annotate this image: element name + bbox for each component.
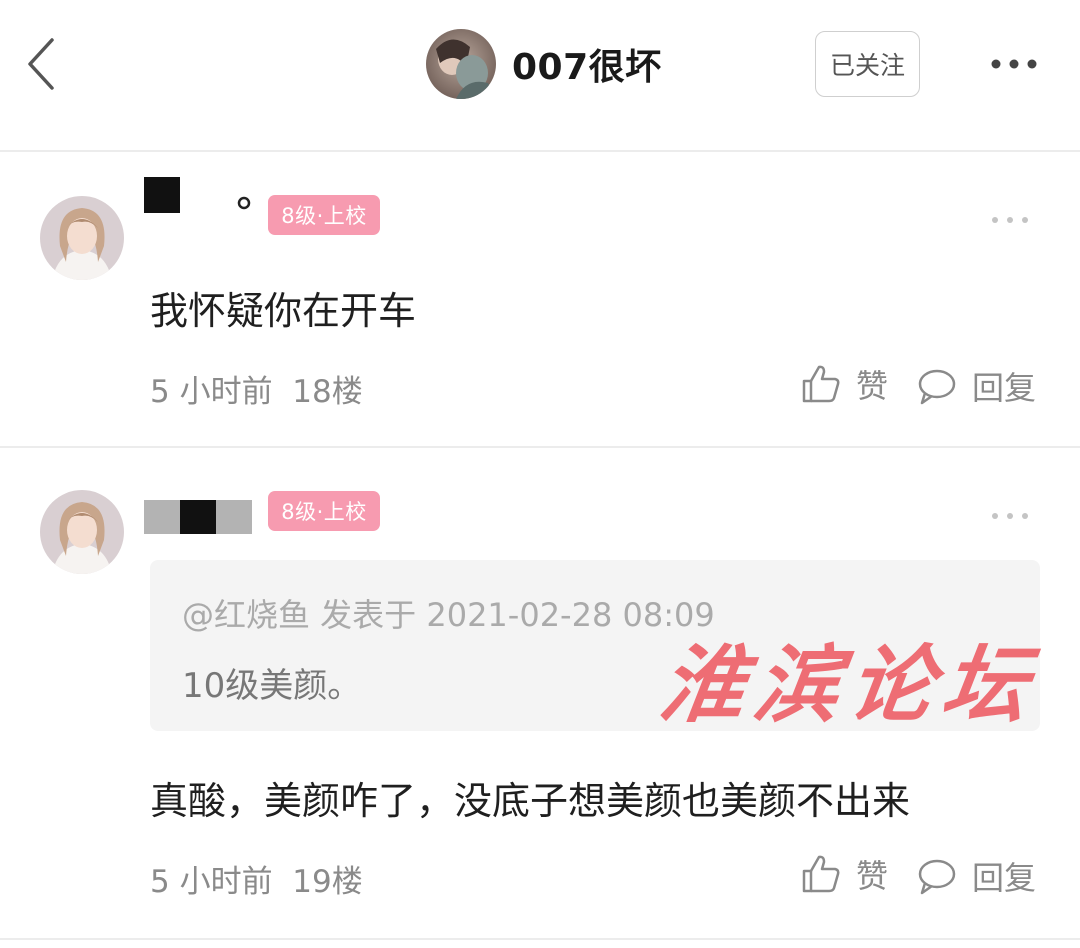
- avatar[interactable]: [40, 490, 124, 574]
- username[interactable]: [144, 500, 256, 540]
- comment-time: 5 小时前: [150, 864, 273, 900]
- thumbs-up-icon: [802, 855, 840, 893]
- comment-floor: 19楼: [292, 864, 363, 900]
- comment-bubble-icon: [918, 859, 956, 895]
- reply-label: 回复: [972, 369, 1037, 407]
- comment-floor: 18楼: [292, 374, 363, 410]
- like-label: 赞: [856, 857, 889, 895]
- reply-button[interactable]: 回复: [916, 362, 1036, 410]
- back-button[interactable]: [22, 36, 66, 92]
- level-badge: 8级·上校: [268, 195, 380, 235]
- profile-name: 007很坏: [512, 47, 662, 88]
- forum-watermark: 淮滨论坛: [654, 635, 1045, 734]
- comment-bubble-icon: [918, 369, 956, 405]
- comment-meta: 5 小时前 19楼: [150, 856, 363, 901]
- top-bar: 007很坏 已关注: [0, 0, 1080, 152]
- like-button[interactable]: 赞: [800, 360, 888, 408]
- comment-meta: 5 小时前 18楼: [150, 366, 363, 411]
- quote-text: 10级美颜。: [182, 666, 362, 706]
- profile-avatar[interactable]: [426, 29, 496, 99]
- level-badge: 8级·上校: [268, 491, 380, 531]
- comment-time: 5 小时前: [150, 374, 273, 410]
- like-button[interactable]: 赞: [800, 850, 888, 898]
- like-label: 赞: [856, 367, 889, 405]
- quote-header: @红烧鱼 发表于 2021-02-28 08:09: [182, 596, 715, 634]
- thumbs-up-icon: [802, 365, 840, 403]
- reply-label: 回复: [972, 859, 1037, 897]
- comment-text: 我怀疑你在开车: [150, 289, 417, 333]
- username[interactable]: [144, 177, 264, 222]
- avatar[interactable]: [40, 196, 124, 280]
- comment-text: 真酸，美颜咋了，没底子想美颜也美颜不出来: [150, 779, 911, 823]
- chevron-left-icon: [28, 38, 54, 90]
- more-horizontal-icon: [992, 217, 1028, 223]
- follow-button[interactable]: 已关注: [815, 31, 920, 97]
- comment-more-button[interactable]: [990, 211, 1030, 223]
- comment-more-button[interactable]: [990, 507, 1030, 519]
- comment-item: 8级·上校 我怀疑你在开车 5 小时前 18楼 赞 回复: [0, 152, 1080, 448]
- header-more-button[interactable]: [984, 46, 1044, 82]
- profile-header[interactable]: 007很坏: [426, 28, 662, 100]
- more-horizontal-icon: [992, 513, 1028, 519]
- reply-button[interactable]: 回复: [916, 852, 1036, 900]
- more-horizontal-icon: [991, 59, 1037, 69]
